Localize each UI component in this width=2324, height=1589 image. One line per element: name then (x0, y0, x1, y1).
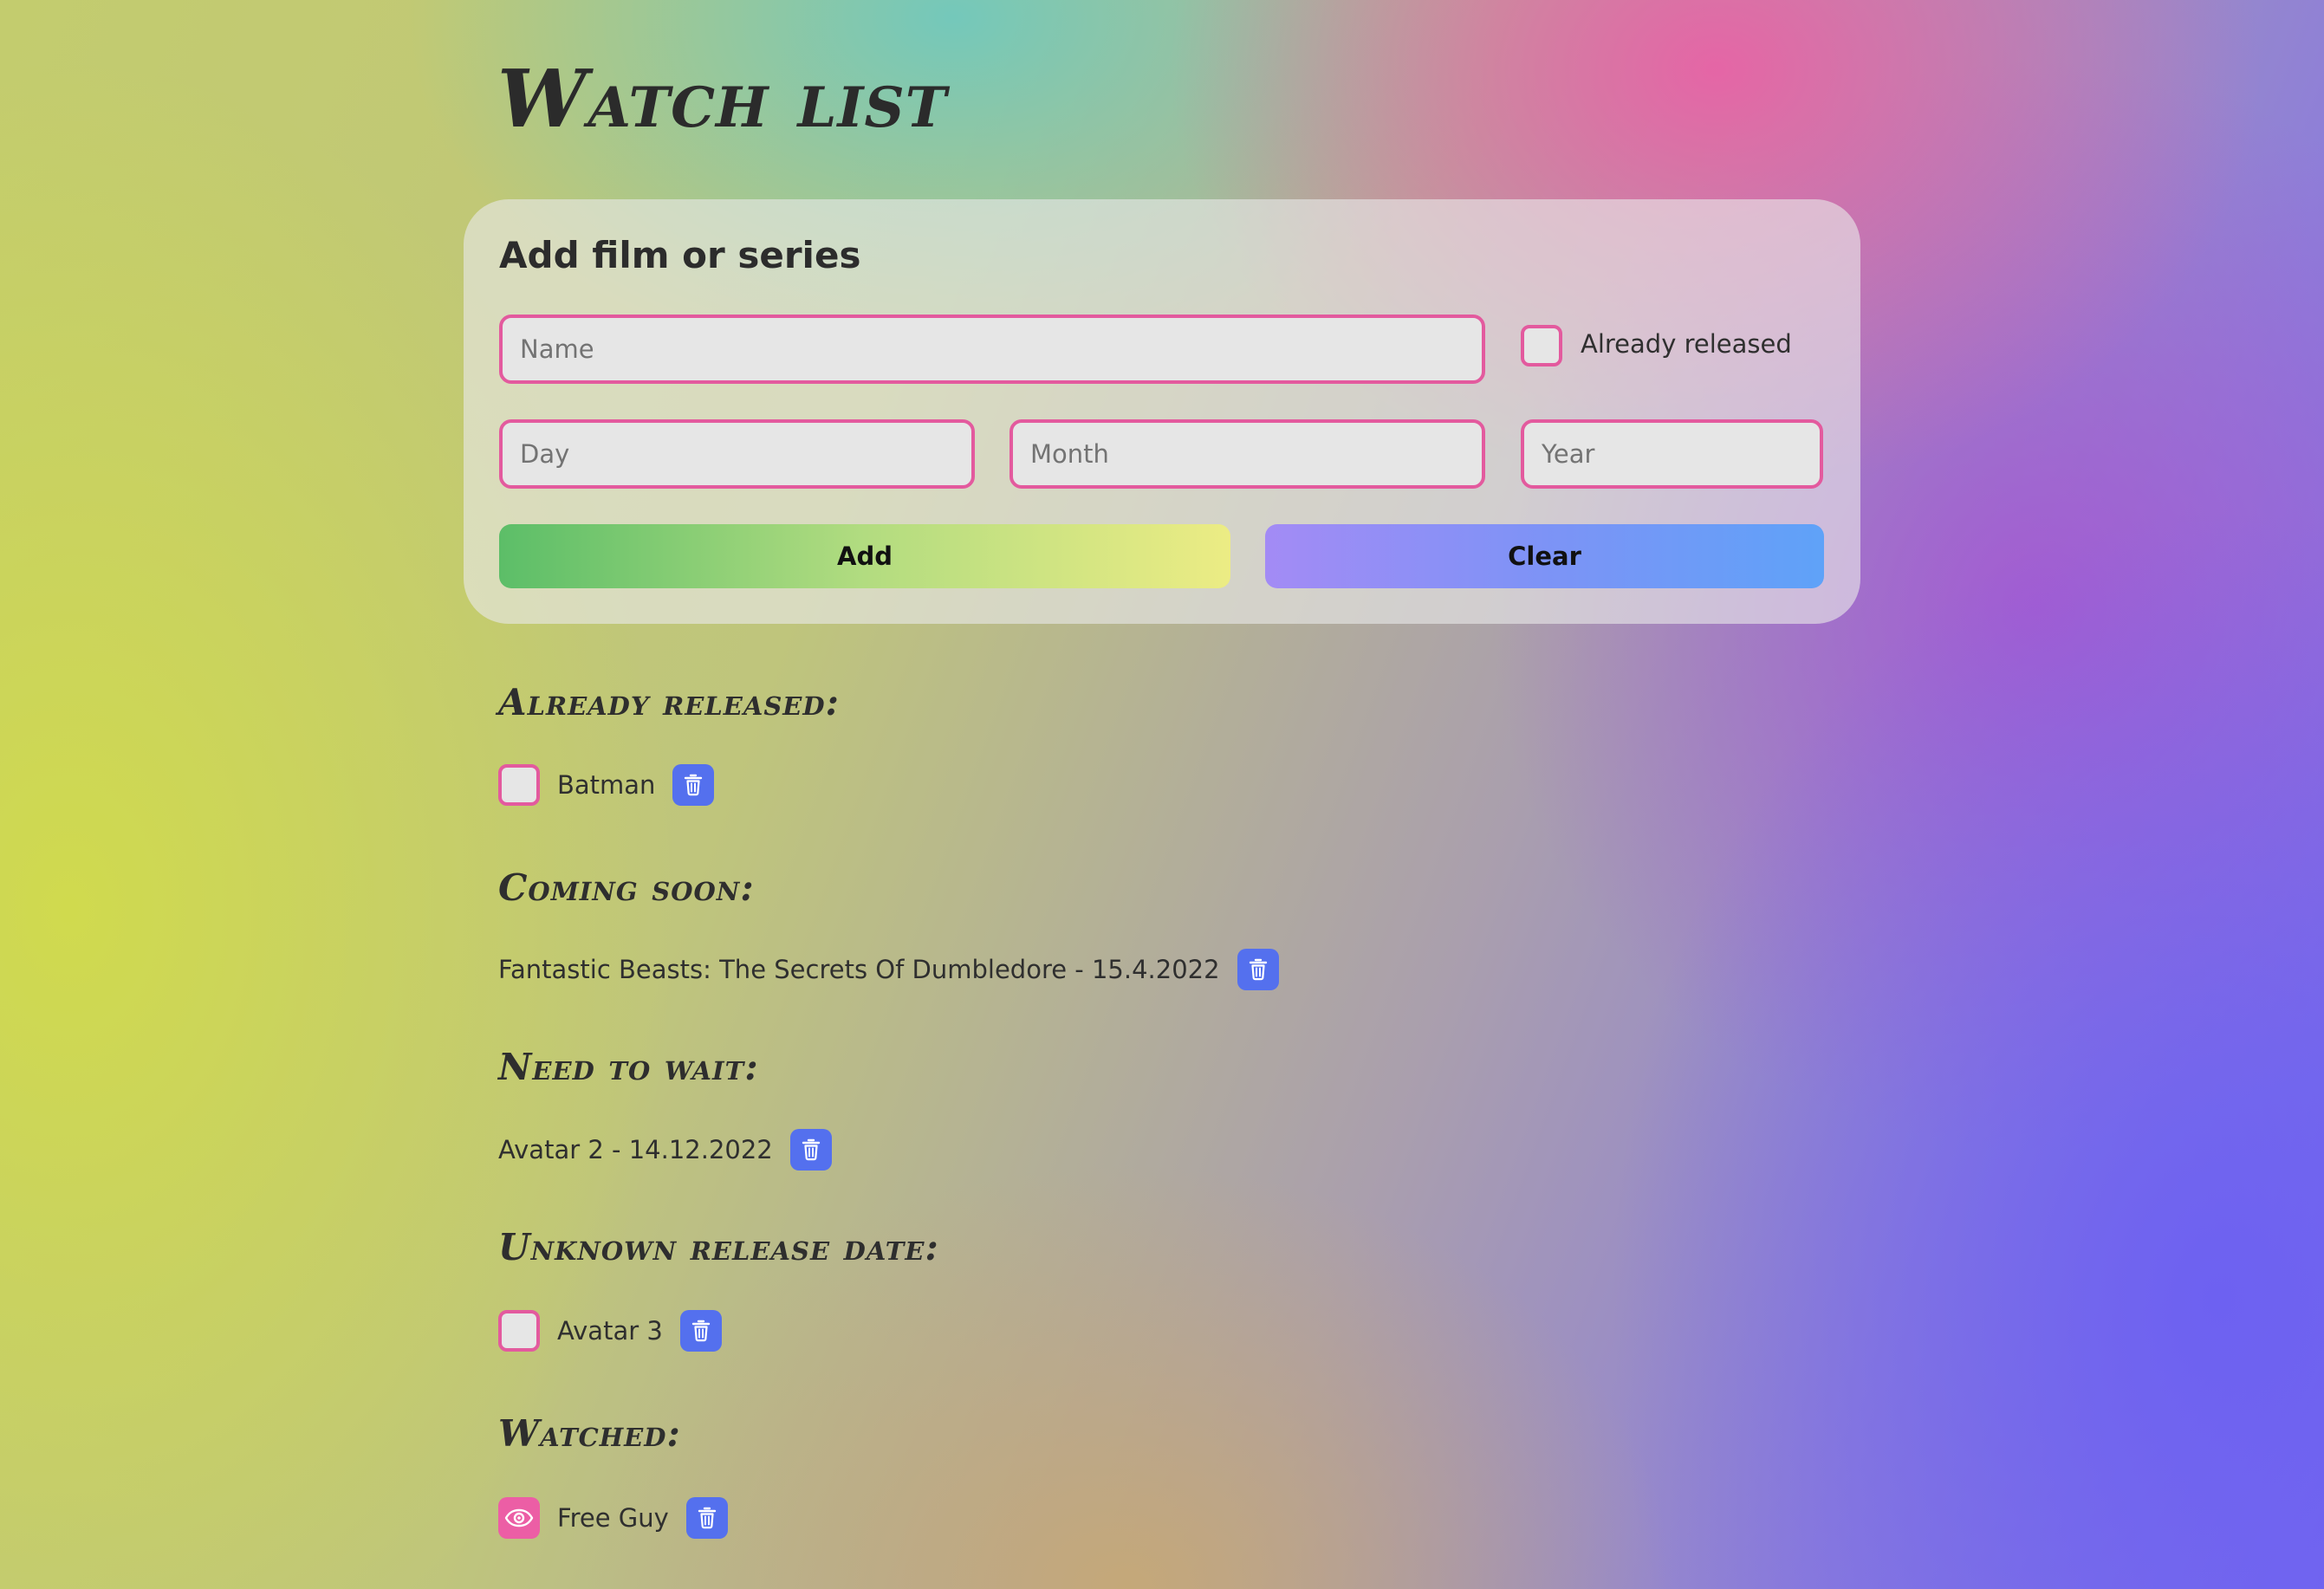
add-film-card: Add film or series Already released Add … (464, 199, 1860, 624)
watched-checkbox[interactable] (498, 764, 540, 806)
watched-checkbox-checked[interactable] (498, 1497, 540, 1539)
trash-icon (698, 1507, 716, 1529)
list-item: Avatar 3 (498, 1309, 722, 1352)
list-item: Free Guy (498, 1496, 728, 1540)
month-input[interactable] (1009, 419, 1485, 489)
list-item: Fantastic Beasts: The Secrets Of Dumbled… (498, 948, 1279, 991)
delete-button[interactable] (789, 1129, 832, 1171)
watch-list-page: Watch list Add film or series Already re… (0, 0, 2324, 1589)
delete-button[interactable] (672, 764, 715, 806)
page-title: Watch list (497, 52, 948, 146)
trash-icon (691, 1320, 711, 1342)
section-title-need-to-wait: Need to wait: (498, 1046, 759, 1088)
list-item: Batman (498, 763, 715, 807)
delete-button[interactable] (1237, 949, 1279, 990)
section-title-already-released: Already released: (498, 681, 841, 723)
already-released-checkbox[interactable] (1521, 325, 1562, 366)
name-input[interactable] (499, 315, 1485, 384)
already-released-label: Already released (1581, 329, 1792, 359)
watched-checkbox[interactable] (498, 1310, 540, 1352)
add-film-title: Add film or series (499, 234, 861, 276)
item-label: Avatar 2 - 14.12.2022 (498, 1135, 773, 1164)
delete-button[interactable] (679, 1310, 722, 1352)
list-item: Avatar 2 - 14.12.2022 (498, 1128, 832, 1171)
delete-button[interactable] (685, 1497, 728, 1539)
item-label: Fantastic Beasts: The Secrets Of Dumbled… (498, 955, 1220, 984)
item-label: Free Guy (557, 1503, 669, 1533)
section-title-unknown-release-date: Unknown release date: (498, 1226, 939, 1268)
eye-icon (504, 1508, 534, 1527)
item-label: Avatar 3 (557, 1316, 663, 1346)
clear-button[interactable]: Clear (1265, 524, 1824, 588)
year-input[interactable] (1521, 419, 1823, 489)
section-title-watched: Watched: (498, 1412, 681, 1455)
section-title-coming-soon: Coming soon: (498, 866, 755, 909)
trash-icon (802, 1138, 820, 1161)
trash-icon (1249, 958, 1267, 981)
item-label: Batman (557, 770, 656, 800)
trash-icon (685, 774, 703, 796)
add-button[interactable]: Add (499, 524, 1230, 588)
day-input[interactable] (499, 419, 975, 489)
